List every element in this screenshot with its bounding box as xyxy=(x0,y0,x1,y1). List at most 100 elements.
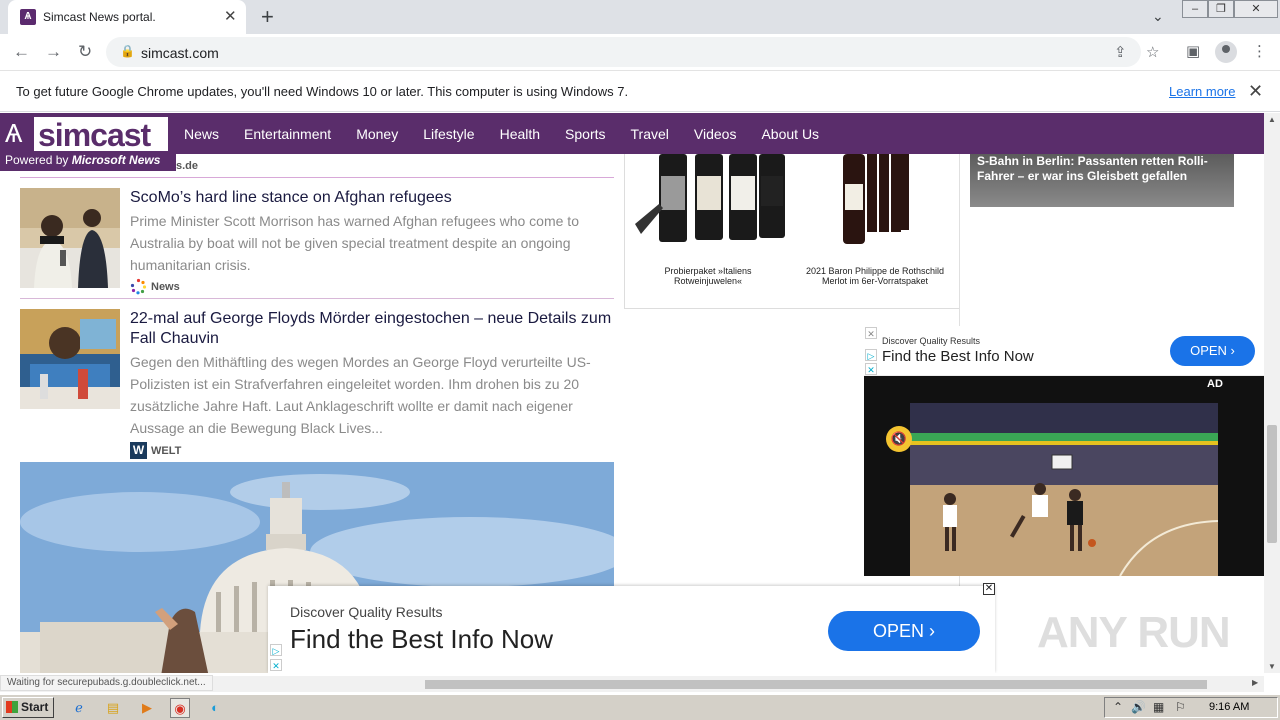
banner-ad[interactable]: ✕ Discover Quality Results Find the Best… xyxy=(268,583,995,673)
tab-close-icon[interactable]: ✕ xyxy=(224,7,237,25)
article-description: Prime Minister Scott Morrison has warned… xyxy=(130,213,579,273)
nav-travel[interactable]: Travel xyxy=(623,126,683,142)
article-thumbnail-afghan[interactable] xyxy=(20,188,120,288)
start-button[interactable]: Start xyxy=(2,697,54,718)
anyrun-watermark: ANY RUN xyxy=(1037,608,1231,657)
article-source-name: WELT xyxy=(151,444,182,457)
banner-ad-close-icon[interactable]: ✕ xyxy=(983,583,995,595)
file-explorer-icon[interactable]: ▤ xyxy=(103,698,123,718)
wine-ad[interactable]: Probierpaket »Italiens Rotweinjuwelen« 2… xyxy=(624,154,960,309)
tray-volume-icon[interactable]: 🔊 xyxy=(1131,700,1146,714)
ad-label: AD xyxy=(1207,378,1223,390)
video-ad-header[interactable]: ✕ Discover Quality Results Find the Best… xyxy=(864,326,1264,376)
scroll-up-arrow-icon[interactable]: ▲ xyxy=(1268,115,1276,124)
video-ad-tagline: Discover Quality Results xyxy=(882,336,981,346)
mute-icon[interactable]: 🔇 xyxy=(886,426,912,452)
reload-icon[interactable]: ↻ xyxy=(78,42,92,62)
scroll-right-arrow-icon[interactable]: ▶ xyxy=(1252,678,1258,687)
vertical-scrollbar[interactable]: ▲ ▼ xyxy=(1264,113,1280,673)
nav-entertainment[interactable]: Entertainment xyxy=(236,126,345,142)
banner-ad-tagline: Discover Quality Results xyxy=(290,604,443,620)
article-description: Gegen den Mithäftling des wegen Mordes a… xyxy=(130,354,591,436)
chrome-icon[interactable]: ◉ xyxy=(170,698,190,718)
banner-ad-open-button[interactable]: OPEN › xyxy=(828,611,980,651)
horizontal-scrollbar-thumb[interactable] xyxy=(425,680,1207,689)
nav-health[interactable]: Health xyxy=(492,126,554,142)
restore-window-button[interactable]: ❐ xyxy=(1208,0,1234,18)
internet-explorer-icon[interactable]: ℯ xyxy=(69,698,89,718)
tray-network-icon[interactable]: ▦ xyxy=(1153,700,1164,714)
nav-money[interactable]: Money xyxy=(348,126,412,142)
video-ad[interactable]: ✕ Discover Quality Results Find the Best… xyxy=(864,326,1264,576)
article-source[interactable]: News xyxy=(130,278,180,295)
ad-close-icon[interactable]: ✕ xyxy=(865,327,877,339)
site-nav-links: News Entertainment Money Lifestyle Healt… xyxy=(176,113,836,154)
news-source-icon xyxy=(130,278,147,295)
update-infobar: To get future Google Chrome updates, you… xyxy=(0,72,1280,112)
nav-about-us[interactable]: About Us xyxy=(753,126,833,142)
new-tab-icon[interactable]: + xyxy=(261,4,274,30)
ad-dismiss-icon[interactable]: ✕ xyxy=(270,659,282,671)
rail-news-card[interactable]: S-Bahn in Berlin: Passanten retten Rolli… xyxy=(970,154,1234,207)
lock-icon[interactable]: 🔒 xyxy=(120,44,135,58)
wine-bottles-image-2 xyxy=(843,154,909,244)
side-panel-icon[interactable]: ▣ xyxy=(1186,42,1200,60)
tray-expand-icon[interactable]: ⌃ xyxy=(1113,700,1123,714)
wine-item-label[interactable]: Probierpaket »Italiens Rotweinjuwelen« xyxy=(633,266,783,286)
nav-sports[interactable]: Sports xyxy=(557,126,619,142)
article-divider xyxy=(20,298,614,299)
bookmark-star-icon[interactable]: ☆ xyxy=(1146,43,1159,61)
wine-bottles-image-1 xyxy=(635,154,785,242)
site-navigation: News Entertainment Money Lifestyle Healt… xyxy=(0,113,1264,154)
banner-ad-headline[interactable]: Find the Best Info Now xyxy=(290,624,553,655)
simcast-logo[interactable]: Ѧ simcast Powered by Microsoft News xyxy=(0,113,176,171)
article-source-name: News xyxy=(151,280,180,293)
browser-tab[interactable]: Ѧ Simcast News portal. ✕ xyxy=(8,0,246,34)
learn-more-link[interactable]: Learn more xyxy=(1169,84,1235,99)
profile-avatar-icon[interactable] xyxy=(1215,41,1237,63)
status-bubble: Waiting for securepubads.g.doubleclick.n… xyxy=(0,675,213,691)
media-player-icon[interactable]: ▶ xyxy=(137,698,157,718)
taskbar: Start ℯ ▤ ▶ ◉ ◐ ⌃ 🔊 ▦ ⚐ 9:16 AM xyxy=(0,694,1280,720)
address-bar[interactable]: 🔒 simcast.com ⇪ ☆ xyxy=(106,37,1159,67)
nav-videos[interactable]: Videos xyxy=(686,126,751,142)
basketball-video-frame xyxy=(910,403,1218,576)
wine-item-label[interactable]: 2021 Baron Philippe de Rothschild Merlot… xyxy=(800,266,950,286)
adchoices-icon[interactable]: ▷ xyxy=(270,644,282,656)
nav-news[interactable]: News xyxy=(176,126,233,142)
simcast-favicon-icon: Ѧ xyxy=(20,9,36,25)
article-item[interactable]: ScoMo’s hard line stance on Afghan refug… xyxy=(20,188,614,295)
article-title[interactable]: ScoMo’s hard line stance on Afghan refug… xyxy=(130,188,614,208)
tray-flag-icon[interactable]: ⚐ xyxy=(1175,700,1186,714)
edge-icon[interactable]: ◐ xyxy=(205,698,225,718)
article-item[interactable]: 22-mal auf George Floyds Mörder eingesto… xyxy=(20,309,614,459)
close-window-button[interactable]: ✕ xyxy=(1234,0,1278,18)
vertical-scrollbar-thumb[interactable] xyxy=(1267,425,1277,543)
previous-article-source[interactable]: s.de xyxy=(176,160,198,172)
taskbar-clock[interactable]: 9:16 AM xyxy=(1209,701,1249,713)
share-icon[interactable]: ⇪ xyxy=(1114,43,1127,61)
scroll-down-arrow-icon[interactable]: ▼ xyxy=(1268,662,1276,671)
forward-arrow-icon[interactable]: → xyxy=(45,42,62,62)
ad-dismiss-icon[interactable]: ✕ xyxy=(865,363,877,375)
article-thumbnail-george-floyd[interactable] xyxy=(20,309,120,409)
logo-text: simcast xyxy=(38,117,151,153)
video-ad-headline[interactable]: Find the Best Info Now xyxy=(882,348,1034,365)
video-ad-player[interactable]: AD 🔇 xyxy=(864,376,1264,576)
rail-news-headline[interactable]: S-Bahn in Berlin: Passanten retten Rolli… xyxy=(977,154,1227,184)
article-divider xyxy=(20,177,614,178)
tab-search-chevron-icon[interactable]: ⌄ xyxy=(1152,8,1164,25)
welt-source-icon: W xyxy=(130,442,147,459)
url-text[interactable]: simcast.com xyxy=(141,45,219,61)
infobar-close-icon[interactable]: ✕ xyxy=(1248,81,1263,102)
article-title[interactable]: 22-mal auf George Floyds Mörder eingesto… xyxy=(130,309,614,349)
article-source[interactable]: W WELT xyxy=(130,442,181,459)
nav-lifestyle[interactable]: Lifestyle xyxy=(415,126,488,142)
menu-kebab-icon[interactable]: ⋮ xyxy=(1252,42,1267,60)
tab-strip: Ѧ Simcast News portal. ✕ + ⌄ – ❐ ✕ xyxy=(0,0,1280,34)
minimize-window-button[interactable]: – xyxy=(1182,0,1208,18)
adchoices-icon[interactable]: ▷ xyxy=(865,349,877,361)
video-ad-open-button[interactable]: OPEN › xyxy=(1170,336,1255,366)
browser-toolbar: ← → ↻ 🔒 simcast.com ⇪ ☆ ▣ ⋮ xyxy=(0,34,1280,71)
back-arrow-icon[interactable]: ← xyxy=(13,42,30,62)
